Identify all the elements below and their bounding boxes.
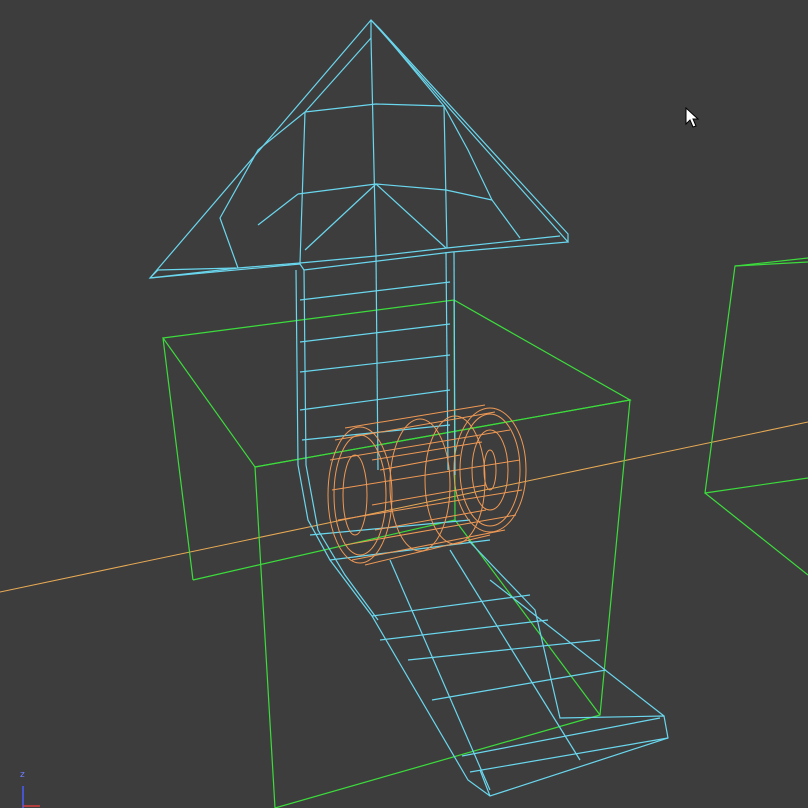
viewport-canvas[interactable] (0, 0, 808, 808)
gizmo-z-axis-label: z (20, 770, 25, 780)
3d-viewport[interactable]: z (0, 0, 808, 808)
box-mesh-2[interactable] (704, 257, 808, 576)
axis-gizmo (22, 786, 40, 808)
box-mesh[interactable] (161, 299, 632, 808)
arrow-cursor-icon (685, 106, 700, 128)
arrow-mesh[interactable] (148, 19, 669, 797)
cylinder-mesh[interactable] (327, 404, 527, 566)
